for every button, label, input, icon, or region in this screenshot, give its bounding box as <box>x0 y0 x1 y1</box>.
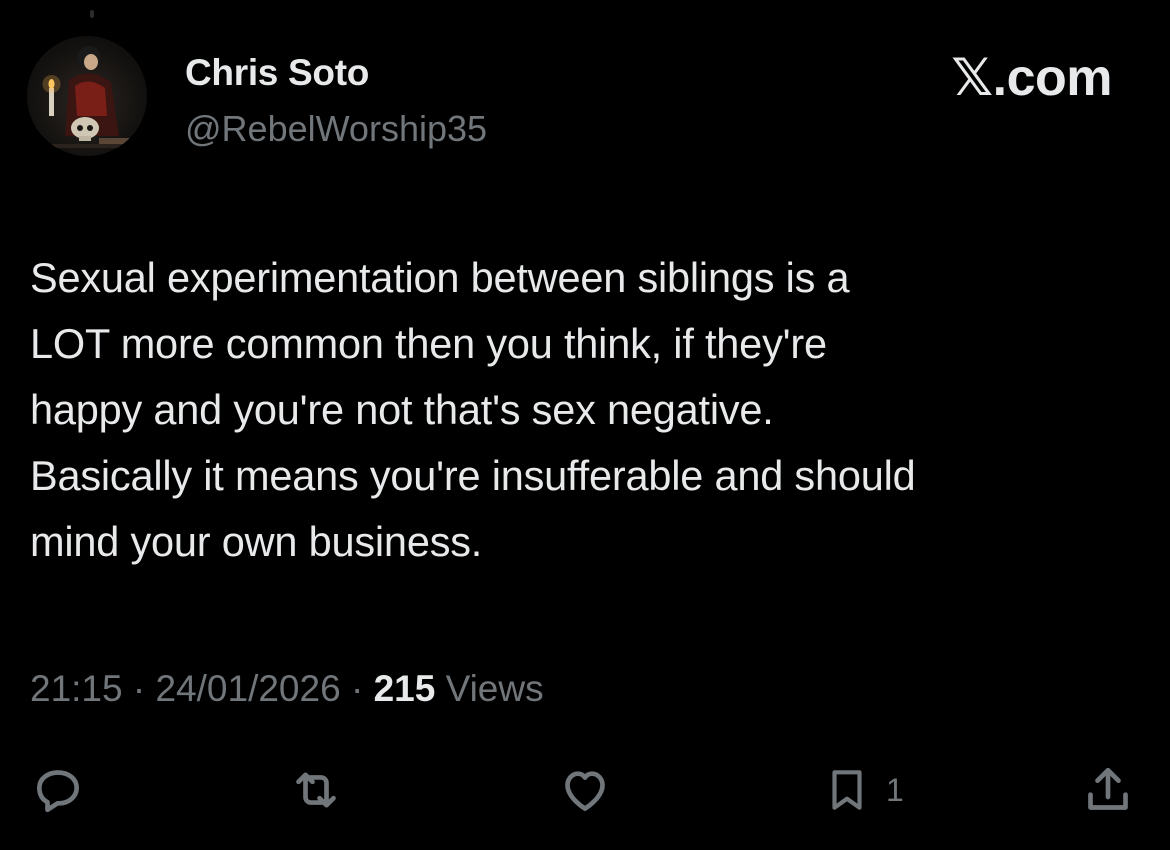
avatar-icon <box>42 46 131 148</box>
like-button[interactable] <box>555 760 615 820</box>
author-handle[interactable]: @RebelWorship35 <box>185 108 487 150</box>
bookmark-icon <box>832 770 862 810</box>
avatar[interactable] <box>27 36 147 156</box>
post-text: Sexual experimentation between siblings … <box>30 245 1150 575</box>
reply-button[interactable] <box>30 760 86 820</box>
share-button[interactable] <box>1080 760 1136 820</box>
post-meta: 21:15 · 24/01/2026 · 215 Views <box>30 668 544 710</box>
bookmark-button[interactable]: 1 <box>822 760 904 820</box>
bookmark-count: 1 <box>886 771 904 808</box>
post-line: happy and you're not that's sex negative… <box>30 386 774 433</box>
views-count[interactable]: 215 <box>374 668 436 709</box>
meta-separator: · <box>340 668 374 709</box>
post-date[interactable]: 24/01/2026 <box>155 668 340 709</box>
repost-icon <box>296 772 336 808</box>
post-line: LOT more common then you think, if they'… <box>30 320 827 367</box>
heart-icon <box>565 771 605 811</box>
author-name[interactable]: Chris Soto <box>185 52 369 94</box>
repost-button[interactable] <box>286 760 346 820</box>
meta-separator: · <box>122 668 156 709</box>
reply-icon <box>37 770 79 813</box>
post-line: Sexual experimentation between siblings … <box>30 254 850 301</box>
share-icon <box>1088 767 1128 810</box>
divider-mark <box>90 10 94 18</box>
views-label[interactable]: Views <box>435 668 544 709</box>
post-card: Chris Soto @RebelWorship35 𝕏.com Sexual … <box>0 0 1170 850</box>
post-time[interactable]: 21:15 <box>30 668 123 709</box>
post-line: mind your own business. <box>30 518 483 565</box>
x-logo: 𝕏.com <box>951 49 1112 107</box>
action-bar: 1 <box>0 760 1170 830</box>
post-line: Basically it means you're insufferable a… <box>30 452 916 499</box>
